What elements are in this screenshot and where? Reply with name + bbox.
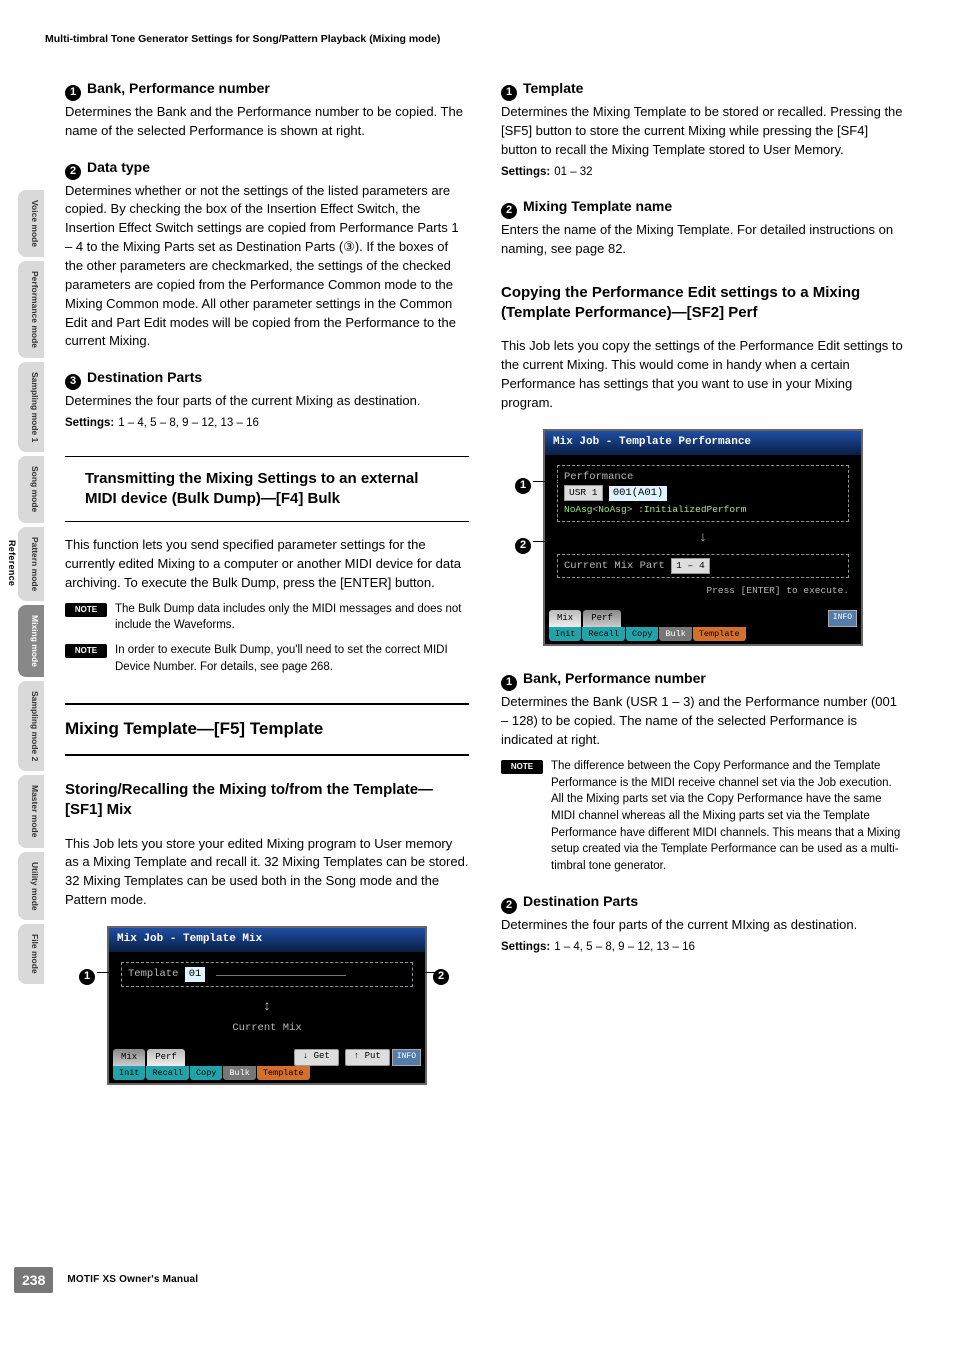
- settings-template: Settings:01 – 32: [501, 164, 905, 181]
- fig2-tab-mix: Mix: [549, 610, 581, 627]
- sidebar-tab-performance: Performance mode: [18, 261, 44, 358]
- note-icon: NOTE: [501, 760, 543, 774]
- section-mixing-template: Mixing Template—[F5] Template: [65, 703, 469, 756]
- settings-dest-parts-r: Settings:1 – 4, 5 – 8, 9 – 12, 13 – 16: [501, 939, 905, 956]
- fig2-callout-1-icon: 1: [515, 478, 531, 494]
- down-arrow-icon: ↓: [557, 528, 849, 548]
- fig2-num: 001(A01): [609, 486, 667, 501]
- callout-1-icon: 1: [501, 675, 517, 691]
- sidebar-tab-file: File mode: [18, 924, 44, 984]
- sidebar-tab-sampling1: Sampling mode 1: [18, 362, 44, 452]
- fig2-info: INFO: [828, 610, 857, 627]
- body-dest-parts: Determines the four parts of the current…: [65, 392, 469, 411]
- callout-2-icon: 2: [501, 898, 517, 914]
- fig1-tab-mix: Mix: [113, 1049, 145, 1066]
- sidebar-tab-master: Master mode: [18, 775, 44, 847]
- figure-template-perf: 1 2 Mix Job - Template Performance Perfo…: [543, 429, 863, 647]
- body-data-type: Determines whether or not the settings o…: [65, 182, 469, 352]
- fig1-callout-1-icon: 1: [79, 969, 95, 985]
- fig1-sub-bulk: Bulk: [223, 1066, 255, 1080]
- fig1-sub-recall: Recall: [146, 1066, 189, 1080]
- page-footer: 238 MOTIF XS Owner's Manual: [14, 1267, 198, 1293]
- section-copy-perf: Copying the Performance Edit settings to…: [501, 283, 905, 324]
- fig2-callout-2-icon: 2: [515, 538, 531, 554]
- fig2-title: Mix Job - Template Performance: [545, 431, 861, 455]
- note-bulk-1: NOTE The Bulk Dump data includes only th…: [65, 601, 469, 634]
- fig1-template-name: [216, 975, 346, 976]
- fig2-sub-template: Template: [693, 627, 746, 641]
- body-template-name: Enters the name of the Mixing Template. …: [501, 221, 905, 259]
- page-header: Multi-timbral Tone Generator Settings fo…: [45, 32, 440, 47]
- heading-bank-perf: 1Bank, Performance number: [65, 78, 469, 101]
- body-bank-perf-r: Determines the Bank (USR 1 – 3) and the …: [501, 693, 905, 750]
- manual-title: MOTIF XS Owner's Manual: [67, 1273, 198, 1288]
- fig1-template-value: 01: [185, 967, 206, 982]
- sidebar-tabs: Voice mode Performance mode Sampling mod…: [18, 190, 44, 984]
- note-bulk-2: NOTE In order to execute Bulk Dump, you'…: [65, 642, 469, 675]
- body-template: Determines the Mixing Template to be sto…: [501, 103, 905, 160]
- fig2-sub-init: Init: [549, 627, 581, 641]
- callout-3-icon: 3: [65, 374, 81, 390]
- note-icon: NOTE: [65, 603, 107, 617]
- heading-bank-perf-r: 1Bank, Performance number: [501, 668, 905, 691]
- fig2-part-val: 1 – 4: [671, 558, 710, 574]
- section-bulk-dump: Transmitting the Mixing Settings to an e…: [65, 456, 469, 523]
- note-copy-vs-template: NOTE The difference between the Copy Per…: [501, 758, 905, 875]
- fig1-get-button: ↓ Get: [294, 1049, 339, 1066]
- fig2-bank: USR 1: [564, 485, 603, 501]
- updown-arrow-icon: ↕: [121, 997, 413, 1017]
- fig1-tab-perf: Perf: [147, 1049, 185, 1066]
- figure-template-mix: 1 2 Mix Job - Template Mix Template 01 ↕…: [107, 926, 427, 1085]
- fig2-prompt: Press [ENTER] to execute.: [557, 584, 849, 598]
- fig1-put-button: ↑ Put: [345, 1049, 390, 1066]
- sidebar-tab-song: Song mode: [18, 456, 44, 522]
- callout-1-icon: 1: [501, 85, 517, 101]
- fig2-sub-copy: Copy: [626, 627, 658, 641]
- callout-2-icon: 2: [65, 164, 81, 180]
- heading-template: 1Template: [501, 78, 905, 101]
- sidebar-tab-sampling2: Sampling mode 2: [18, 681, 44, 771]
- fig1-title: Mix Job - Template Mix: [109, 928, 425, 952]
- fig2-sub-recall: Recall: [582, 627, 625, 641]
- page-number: 238: [14, 1267, 53, 1293]
- body-copy-perf: This Job lets you copy the settings of t…: [501, 337, 905, 412]
- fig1-current-mix: Current Mix: [121, 1021, 413, 1036]
- left-column: 1Bank, Performance number Determines the…: [65, 78, 469, 1085]
- heading-dest-parts-r: 2Destination Parts: [501, 891, 905, 914]
- note-icon: NOTE: [65, 644, 107, 658]
- sidebar-tab-utility: Utility mode: [18, 852, 44, 921]
- fig2-perf-name: NoAsg<NoAsg> :InitializedPerform: [564, 503, 842, 517]
- settings-dest-parts: Settings:1 – 4, 5 – 8, 9 – 12, 13 – 16: [65, 415, 469, 432]
- fig2-tab-perf: Perf: [583, 610, 621, 627]
- body-store-recall: This Job lets you store your edited Mixi…: [65, 835, 469, 910]
- fig1-info: INFO: [392, 1049, 421, 1066]
- fig2-part-label: Current Mix Part: [564, 560, 665, 572]
- heading-dest-parts: 3Destination Parts: [65, 367, 469, 390]
- body-dest-parts-r: Determines the four parts of the current…: [501, 916, 905, 935]
- sidebar-reference-label: Reference: [5, 540, 18, 586]
- sidebar-tab-voice: Voice mode: [18, 190, 44, 257]
- section-store-recall: Storing/Recalling the Mixing to/from the…: [65, 780, 469, 821]
- fig1-sub-init: Init: [113, 1066, 145, 1080]
- sidebar-tab-pattern: Pattern mode: [18, 527, 44, 601]
- fig1-sub-copy: Copy: [190, 1066, 222, 1080]
- heading-data-type: 2Data type: [65, 157, 469, 180]
- heading-template-name: 2Mixing Template name: [501, 196, 905, 219]
- callout-2-icon: 2: [501, 203, 517, 219]
- fig2-perf-label: Performance: [564, 470, 842, 485]
- right-column: 1Template Determines the Mixing Template…: [501, 78, 905, 1085]
- fig2-sub-bulk: Bulk: [659, 627, 691, 641]
- fig1-sub-template: Template: [257, 1066, 310, 1080]
- body-bank-perf: Determines the Bank and the Performance …: [65, 103, 469, 141]
- body-bulk-dump: This function lets you send specified pa…: [65, 536, 469, 593]
- callout-1-icon: 1: [65, 85, 81, 101]
- sidebar-tab-mixing: Mixing mode: [18, 605, 44, 677]
- fig1-template-label: Template: [128, 968, 178, 980]
